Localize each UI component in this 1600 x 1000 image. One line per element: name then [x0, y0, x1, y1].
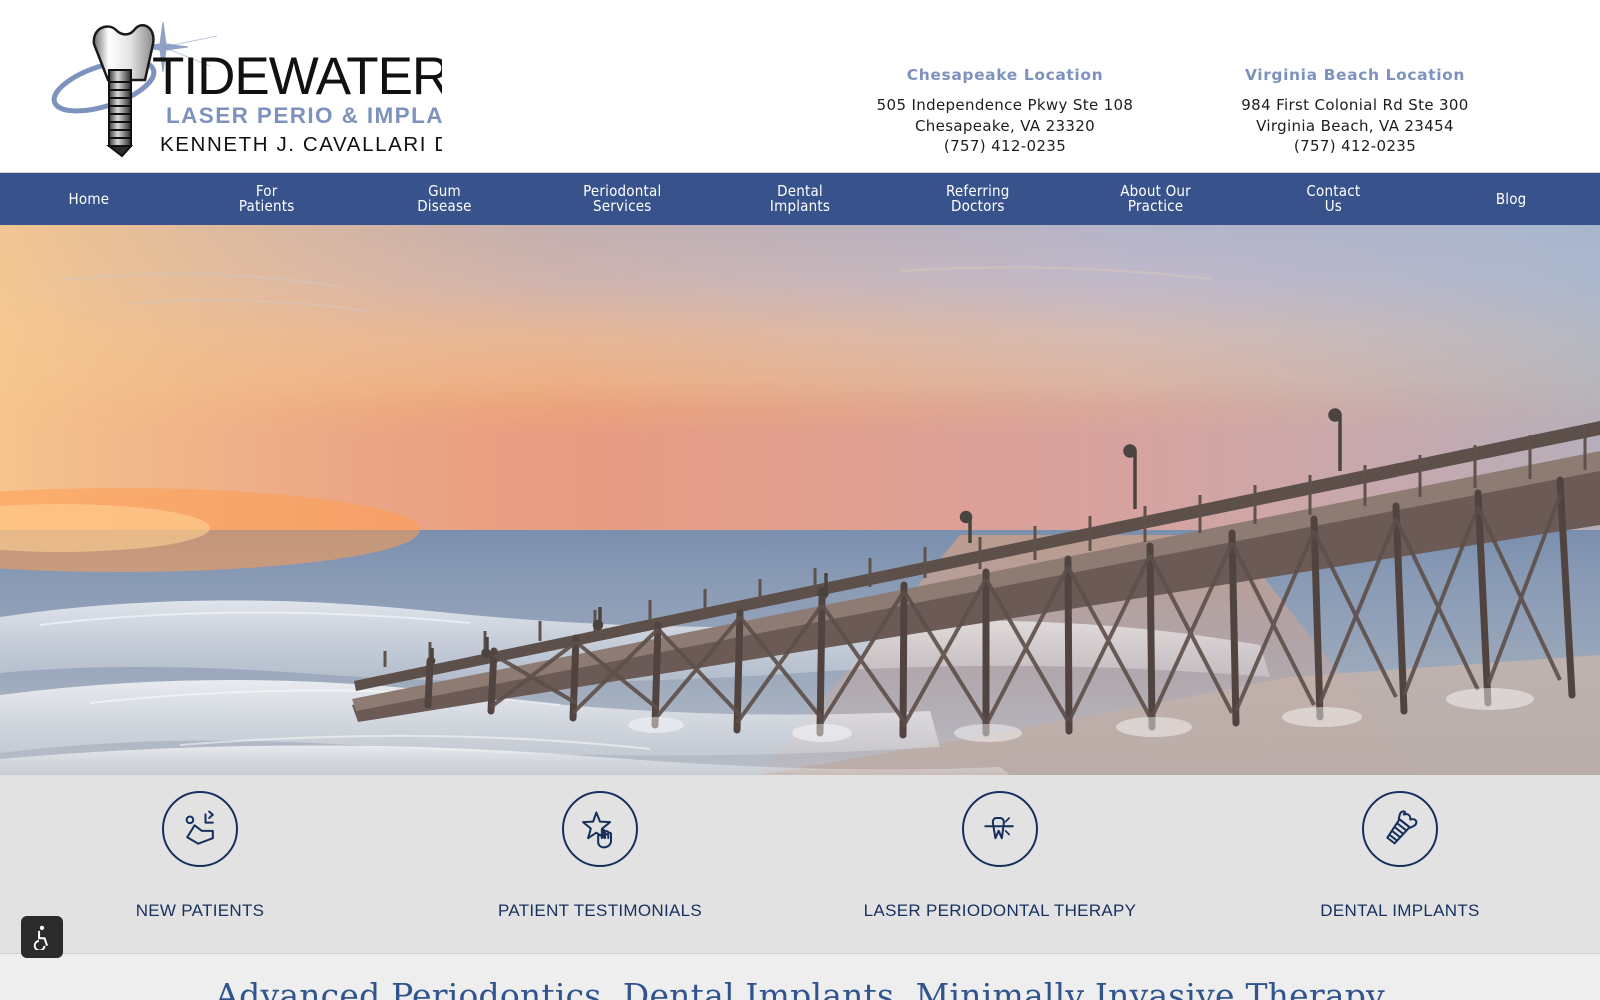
location-address-line2: Virginia Beach, VA 23454 [1256, 116, 1454, 135]
nav-item-label: Blog [1495, 189, 1527, 208]
quick-link-icon-circle [962, 791, 1038, 867]
star-tap-icon [582, 811, 613, 849]
nav-item-label: Home [68, 189, 110, 208]
nav-item-blog[interactable]: Blog [1422, 189, 1600, 208]
site-header: TIDEWATER LASER PERIO & IMPLANTS KENNETH… [0, 0, 1600, 172]
nav-item-label-2: Disease [417, 197, 472, 215]
location-title: Virginia Beach Location [1244, 66, 1466, 84]
nav-item-referring-doctors[interactable]: Referring Doctors [889, 184, 1067, 214]
dental-chair-patient-icon [185, 810, 214, 845]
section-heading: Advanced Periodontics, Dental Implants, … [215, 976, 1385, 1000]
quick-link-laser-periodontal-therapy[interactable]: LASER PERIODONTAL THERAPY [800, 791, 1200, 921]
nav-item-label-2: Patients [238, 197, 295, 215]
quick-link-new-patients[interactable]: NEW PATIENTS [0, 791, 400, 921]
location-title: Chesapeake Location [906, 66, 1104, 84]
main-navigation: Home For Patients Gum Disease Periodontal Serv… [0, 172, 1600, 225]
header-locations: Chesapeake Location 505 Independence Pkw… [830, 66, 1530, 157]
quick-link-icon-circle [162, 791, 238, 867]
hero-banner: BOOK NOW [0, 225, 1600, 775]
nav-item-label-2: Doctors [951, 197, 1005, 215]
nav-item-label-2: Implants [769, 197, 831, 215]
logo-tagline: LASER PERIO & IMPLANTS [166, 103, 442, 128]
nav-item-label-2: Us [1324, 197, 1343, 215]
quick-link-label: NEW PATIENTS [135, 901, 265, 920]
nav-item-periodontal-services[interactable]: Periodontal Services [533, 184, 711, 214]
location-phone[interactable]: (757) 412-0235 [830, 136, 1180, 157]
site-logo[interactable]: TIDEWATER LASER PERIO & IMPLANTS KENNETH… [42, 14, 442, 162]
quick-link-label: DENTAL IMPLANTS [1320, 901, 1480, 920]
wheelchair-icon [33, 925, 49, 950]
quick-link-patient-testimonials[interactable]: PATIENT TESTIMONIALS [400, 791, 800, 921]
tooth-implant-logo-icon: TIDEWATER LASER PERIO & IMPLANTS KENNETH… [51, 21, 442, 158]
logo-wordmark: TIDEWATER [152, 47, 442, 106]
hero-pier-sunset-image [0, 225, 1600, 775]
quick-link-icon-circle [562, 791, 638, 867]
location-address-line1: 505 Independence Pkwy Ste 108 [876, 96, 1134, 114]
nav-item-about-our-practice[interactable]: About Our Practice [1067, 184, 1245, 214]
quick-link-label: PATIENT TESTIMONIALS [497, 901, 703, 920]
location-phone[interactable]: (757) 412-0235 [1180, 136, 1530, 157]
location-chesapeake: Chesapeake Location 505 Independence Pkw… [830, 66, 1180, 157]
accessibility-button[interactable] [21, 916, 63, 958]
tooth-laser-icon [984, 816, 1014, 840]
location-address-line1: 984 First Colonial Rd Ste 300 [1241, 96, 1469, 114]
quick-link-label: LASER PERIODONTAL THERAPY [863, 901, 1137, 920]
nav-item-for-patients[interactable]: For Patients [178, 184, 356, 214]
nav-item-contact-us[interactable]: Contact Us [1244, 184, 1422, 214]
lower-section: Advanced Periodontics, Dental Implants, … [0, 953, 1600, 1000]
logo-doctor-name: KENNETH J. CAVALLARI D.D.S. [160, 133, 442, 156]
nav-item-label-2: Practice [1127, 197, 1184, 215]
nav-item-home[interactable]: Home [0, 189, 178, 208]
quick-link-dental-implants[interactable]: DENTAL IMPLANTS [1200, 791, 1600, 921]
location-virginia-beach: Virginia Beach Location 984 First Coloni… [1180, 66, 1530, 157]
dental-implant-screw-icon [1386, 810, 1418, 845]
location-address-line2: Chesapeake, VA 23320 [914, 116, 1096, 135]
nav-item-label-2: Services [592, 197, 652, 215]
nav-item-dental-implants[interactable]: Dental Implants [711, 184, 889, 214]
nav-item-gum-disease[interactable]: Gum Disease [356, 184, 534, 214]
quick-links-bar: NEW PATIENTS PATIENT TESTIMONIALS LASER … [0, 775, 1600, 953]
quick-link-icon-circle [1362, 791, 1438, 867]
